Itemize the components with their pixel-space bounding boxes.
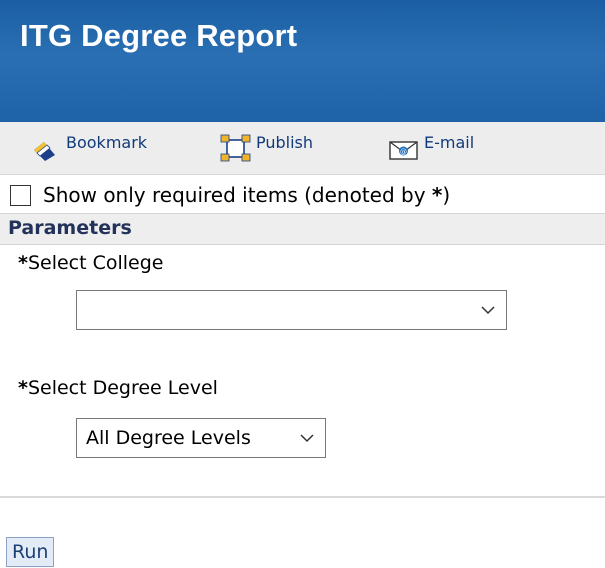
chevron-down-icon: [478, 300, 498, 320]
select-college-label: *Select College: [18, 252, 164, 274]
publish-icon: [220, 133, 251, 163]
required-items-toggle: Show only required items (denoted by *): [10, 181, 450, 209]
email-button[interactable]: @ E-mail: [388, 133, 474, 163]
run-button[interactable]: Run: [6, 537, 55, 567]
select-college-dropdown[interactable]: [76, 290, 507, 330]
publish-button[interactable]: Publish: [220, 133, 313, 163]
select-degree-level-value: All Degree Levels: [86, 427, 251, 449]
report-toolbar: Bookmark Publish @ E-mail: [0, 122, 605, 175]
page-title: ITG Degree Report: [20, 18, 298, 53]
bookmark-button[interactable]: Bookmark: [30, 133, 147, 163]
report-header: ITG Degree Report: [0, 0, 605, 122]
chevron-down-icon: [297, 428, 317, 448]
bookmark-icon: [30, 133, 60, 163]
parameters-section-label: Parameters: [8, 217, 132, 239]
email-label: E-mail: [424, 133, 475, 152]
required-items-checkbox[interactable]: [10, 184, 31, 206]
required-items-label: Show only required items (denoted by *): [43, 183, 451, 207]
section-divider: [0, 496, 605, 498]
select-degree-level-label: *Select Degree Level: [18, 377, 218, 399]
bookmark-label: Bookmark: [66, 133, 148, 152]
report-page: ITG Degree Report Bookmark Publish @ E-m…: [0, 0, 605, 568]
svg-text:@: @: [400, 148, 407, 156]
publish-label: Publish: [256, 133, 314, 152]
parameters-section-header: Parameters: [0, 213, 605, 245]
email-icon: @: [388, 133, 418, 163]
select-degree-level-dropdown[interactable]: All Degree Levels: [76, 418, 326, 458]
